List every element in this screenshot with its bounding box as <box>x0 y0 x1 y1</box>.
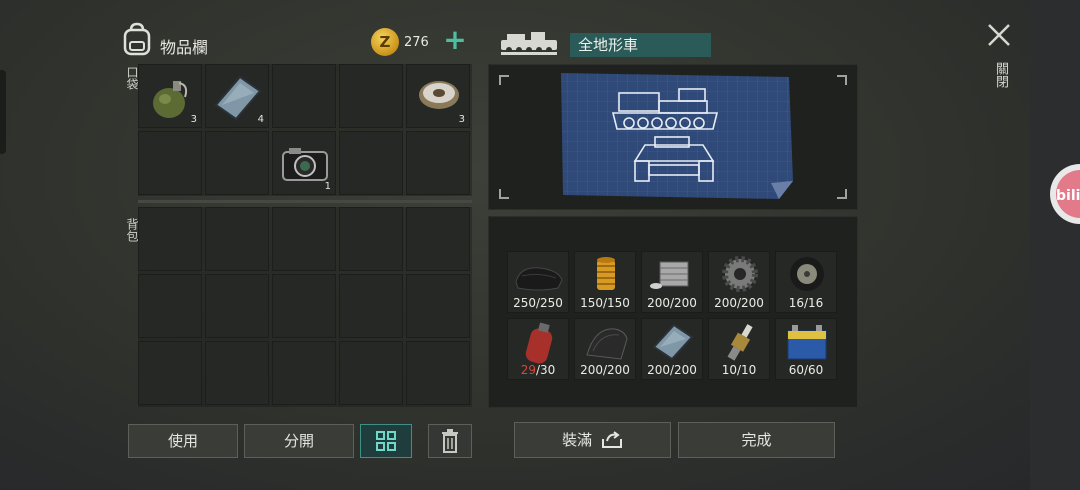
left-edge-handle[interactable] <box>0 70 6 154</box>
pocket-grid: 3 4 3 1 <box>138 64 472 196</box>
backpack-slot[interactable] <box>205 274 269 338</box>
pocket-slot[interactable]: 1 <box>272 131 336 195</box>
pockets-label: 口袋 <box>125 66 139 90</box>
tarp-icon <box>515 267 563 291</box>
svg-text:bili: bili <box>1056 188 1080 204</box>
gas-cylinder-icon <box>525 322 553 364</box>
done-button[interactable]: 完成 <box>678 422 835 458</box>
metal-plate-icon <box>652 323 694 361</box>
backpack-slot[interactable] <box>205 207 269 271</box>
backpack-slot[interactable] <box>339 207 403 271</box>
pocket-slot[interactable] <box>272 64 336 128</box>
item-quantity: 3 <box>458 114 465 125</box>
part-count: 200/200 <box>580 363 630 377</box>
part-slot[interactable]: 10/10 <box>708 318 770 380</box>
vehicle-name: 全地形車 <box>570 33 711 57</box>
fill-transfer-icon <box>601 431 622 448</box>
gear-icon <box>722 256 758 292</box>
add-coins-button[interactable]: + <box>441 26 469 56</box>
right-side-strip <box>1030 0 1080 490</box>
coin-count: 276 <box>404 35 429 50</box>
part-count: 200/200 <box>647 296 697 310</box>
part-slot[interactable]: 60/60 <box>775 318 837 380</box>
pocket-slot[interactable] <box>339 131 403 195</box>
split-button[interactable]: 分開 <box>244 424 354 458</box>
use-button[interactable]: 使用 <box>128 424 238 458</box>
backpack-slot[interactable] <box>339 341 403 405</box>
pocket-slot[interactable] <box>205 131 269 195</box>
backpack-grid <box>138 207 472 407</box>
pocket-slot[interactable] <box>406 131 470 195</box>
pocket-slot[interactable]: 3 <box>406 64 470 128</box>
wheel-icon <box>790 257 824 291</box>
backpack-slot[interactable] <box>339 274 403 338</box>
frame-corner <box>499 189 509 199</box>
pocket-slot[interactable] <box>138 131 202 195</box>
vehicle-icon <box>501 32 557 55</box>
engine-block-icon <box>650 261 689 289</box>
frame-corner <box>499 75 509 85</box>
backpack-slot[interactable] <box>406 207 470 271</box>
carbon-sheet-icon <box>586 328 628 360</box>
part-count: 10/10 <box>721 363 757 377</box>
close-icon[interactable] <box>986 22 1012 48</box>
section-divider <box>138 200 472 203</box>
backpack-slot[interactable] <box>138 274 202 338</box>
pocket-slot[interactable]: 3 <box>138 64 202 128</box>
part-slot[interactable]: 29/30 <box>507 318 569 380</box>
blueprint-panel <box>488 64 858 210</box>
sort-button[interactable] <box>360 424 412 458</box>
pocket-slot[interactable] <box>339 64 403 128</box>
part-slot[interactable]: 250/250 <box>507 251 569 313</box>
part-slot[interactable]: 200/200 <box>574 318 636 380</box>
part-count: 16/16 <box>788 296 824 310</box>
part-slot[interactable]: 16/16 <box>775 251 837 313</box>
part-slot[interactable]: 200/200 <box>641 251 703 313</box>
backpack-label: 背包 <box>125 218 139 242</box>
part-count: 200/200 <box>647 363 697 377</box>
part-count: 150/150 <box>580 296 630 310</box>
backpack-slot[interactable] <box>138 207 202 271</box>
fill-button[interactable]: 裝滿 <box>514 422 671 458</box>
frame-corner <box>837 189 847 199</box>
part-count: 250/250 <box>513 296 563 310</box>
part-slot[interactable]: 200/200 <box>708 251 770 313</box>
frame-corner <box>837 75 847 85</box>
inventory-title: 物品欄 <box>160 38 209 57</box>
oil-filter-icon <box>597 257 615 290</box>
car-battery-icon <box>787 325 827 360</box>
item-quantity: 1 <box>324 181 331 192</box>
backpack-slot[interactable] <box>205 341 269 405</box>
part-count: 200/200 <box>714 296 764 310</box>
backpack-slot[interactable] <box>138 341 202 405</box>
backpack-slot[interactable] <box>406 341 470 405</box>
item-quantity: 4 <box>257 114 264 125</box>
part-slot[interactable]: 200/200 <box>641 318 703 380</box>
vehicle-parts-panel: 250/250 150/150 200/200 200/200 16/16 29… <box>488 216 858 408</box>
spark-plug-icon <box>727 324 753 361</box>
blueprint-image <box>561 73 793 199</box>
backpack-slot[interactable] <box>272 274 336 338</box>
bilibili-badge-icon[interactable]: bili <box>1046 160 1080 226</box>
backpack-slot[interactable] <box>272 207 336 271</box>
fill-label: 裝滿 <box>562 431 593 449</box>
part-slot[interactable]: 150/150 <box>574 251 636 313</box>
trash-icon <box>442 429 458 453</box>
part-count: 29/30 <box>520 363 556 377</box>
coin-icon: Z <box>371 28 399 56</box>
backpack-slot[interactable] <box>406 274 470 338</box>
backpack-icon <box>123 22 151 56</box>
close-label[interactable]: 關閉 <box>993 62 1008 88</box>
item-quantity: 3 <box>190 114 197 125</box>
discard-button[interactable] <box>428 424 472 458</box>
pocket-slot[interactable]: 4 <box>205 64 269 128</box>
backpack-slot[interactable] <box>272 341 336 405</box>
part-count: 60/60 <box>788 363 824 377</box>
grid-sort-icon <box>376 431 396 451</box>
